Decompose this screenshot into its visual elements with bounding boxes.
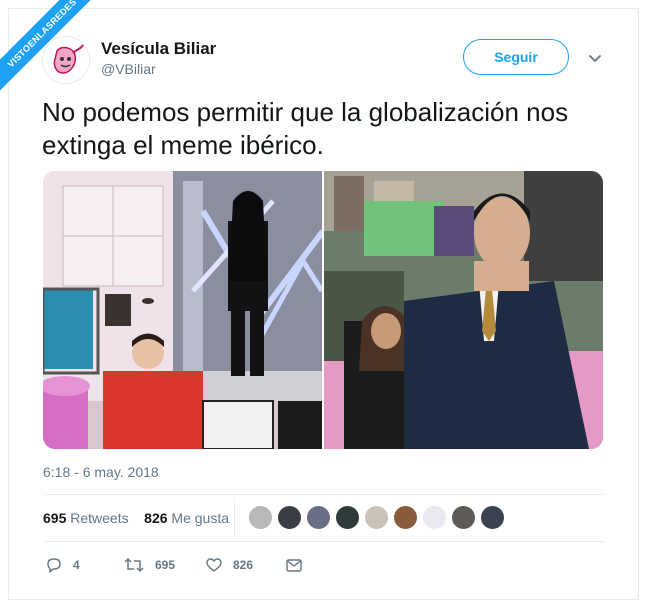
follow-button[interactable]: Seguir bbox=[463, 39, 569, 75]
liker-avatar[interactable] bbox=[335, 505, 360, 530]
liker-avatar[interactable] bbox=[451, 505, 476, 530]
tweet-stats: 695 Retweets 826 Me gusta bbox=[43, 510, 229, 526]
likes-count[interactable]: 826 bbox=[144, 510, 167, 526]
reply-count: 4 bbox=[73, 558, 80, 572]
liker-avatar[interactable] bbox=[480, 505, 505, 530]
display-name[interactable]: Vesícula Biliar bbox=[101, 39, 216, 59]
user-handle[interactable]: @VBiliar bbox=[101, 61, 156, 77]
retweets-label[interactable]: Retweets bbox=[70, 510, 128, 526]
liker-avatar[interactable] bbox=[422, 505, 447, 530]
divider bbox=[42, 541, 604, 542]
gallbladder-logo-icon bbox=[53, 44, 84, 74]
liker-avatar[interactable] bbox=[277, 505, 302, 530]
retweet-count: 695 bbox=[155, 558, 176, 572]
tweet-timestamp[interactable]: 6:18 - 6 may. 2018 bbox=[43, 464, 159, 480]
stats-divider bbox=[234, 498, 235, 536]
retweet-button[interactable]: 695 bbox=[123, 555, 175, 575]
like-count: 826 bbox=[233, 558, 254, 572]
direct-message-button[interactable] bbox=[285, 555, 303, 575]
retweet-icon bbox=[124, 557, 144, 573]
liker-avatar[interactable] bbox=[364, 505, 389, 530]
retweets-count[interactable]: 695 bbox=[43, 510, 66, 526]
heart-icon bbox=[206, 558, 222, 572]
envelope-icon bbox=[286, 559, 302, 572]
reply-icon bbox=[47, 558, 61, 573]
reply-button[interactable]: 4 bbox=[45, 555, 80, 575]
avatar[interactable] bbox=[42, 36, 90, 84]
tweet-text: No podemos permitir que la globalización… bbox=[42, 97, 569, 160]
liker-avatar[interactable] bbox=[393, 505, 418, 530]
liker-avatar[interactable] bbox=[248, 505, 273, 530]
like-button[interactable]: 826 bbox=[205, 555, 253, 575]
divider bbox=[42, 494, 604, 495]
premiere-photo[interactable] bbox=[324, 171, 603, 449]
tv-studio-photo[interactable] bbox=[43, 171, 322, 449]
tweet-media[interactable] bbox=[43, 171, 603, 449]
likes-label[interactable]: Me gusta bbox=[171, 510, 229, 526]
chevron-down-icon[interactable] bbox=[586, 49, 604, 67]
liker-avatar[interactable] bbox=[306, 505, 331, 530]
